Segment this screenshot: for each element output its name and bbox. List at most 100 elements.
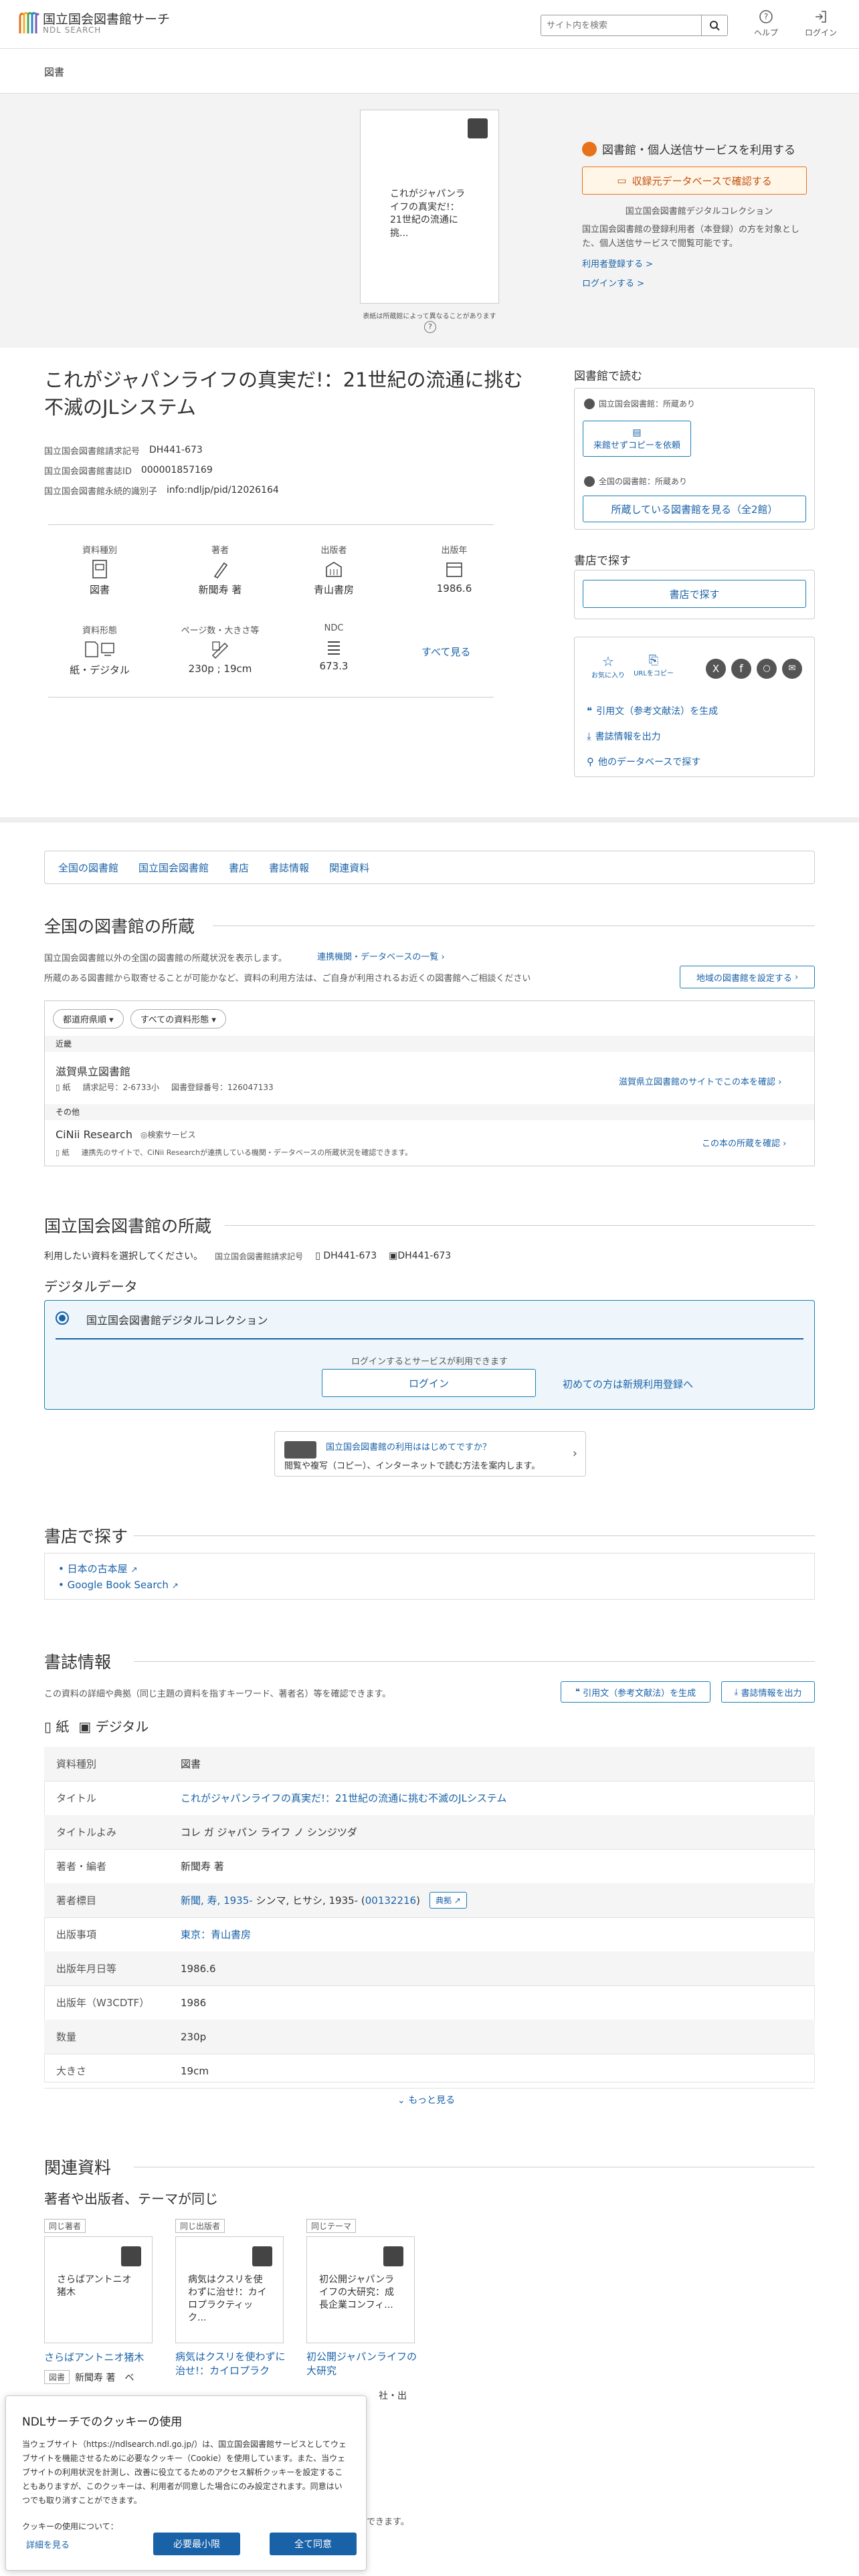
other-db-item[interactable]: ⚲ 他のデータベースで探す [587,755,700,768]
related-thumb[interactable]: さらばアントニオ猪木 [44,2236,153,2343]
first-time-title[interactable]: 国立国会図書館の利用ははじめてですか？ [326,1440,491,1453]
bookstore-heading: 書店で探す [44,1527,128,1546]
help-button[interactable]: ? ヘルプ [748,9,784,38]
cinii-name[interactable]: CiNii Research [56,1128,132,1141]
dc-radio[interactable] [56,1311,69,1325]
table-row: 数量 230p [44,2020,815,2054]
dc-register-link[interactable]: 初めての方は新規利用登録へ [563,1377,693,1391]
service-title: 図書館・個人送信サービスを利用する [602,144,795,157]
search-button[interactable] [701,15,727,35]
table-row: 大きさ 19cm [44,2054,815,2088]
author-heading-link[interactable]: 新聞, 寿, 1935- [181,1895,253,1907]
export-item[interactable]: ⤓ 書誌情報を出力 [587,730,661,743]
copy-icon: ▤ [632,427,642,438]
register-link[interactable]: 利用者登録する > [582,259,653,270]
login-label: ログイン [804,28,837,37]
library-list: 都道府県順 ▾ すべての資料形態 ▾ 近畿 滋賀県立図書館 ▯ 紙 請求記号：2… [44,1000,815,1166]
book-cover[interactable]: これがジャパンライフの真実だ!：21世紀の流通に挑... [360,110,499,304]
book-ids: 国立国会図書館請求記号 DH441-673 国立国会図書館書誌ID 00000185… [44,440,279,500]
copy-request-button[interactable]: ▤ 来館せずコピーを依頼 [583,421,691,457]
dc-underline [56,1338,803,1339]
tab-all-libraries[interactable]: 全国の図書館 [58,861,118,875]
related-title[interactable]: 病気はクスリを使わずに治せ!：カイロプラク [175,2350,289,2378]
tab-related[interactable]: 関連資料 [329,861,369,875]
share-line-icon[interactable]: ○ [757,659,777,679]
first-time-card[interactable]: 国立国会図書館の利用ははじめてですか？ 閲覧や複写（コピー）、インターネットで読… [274,1431,586,1477]
partner-link[interactable]: 連携機関・データベースの一覧 › [317,950,445,962]
author-link[interactable]: 新聞寿 著 [199,584,242,596]
logo-icon[interactable] [17,9,40,36]
external-link-icon: ↗ [171,1581,179,1590]
share-mail-icon[interactable]: ✉ [782,659,802,679]
id-value: 000001857169 [140,465,213,475]
cinii-check-link[interactable]: この本の所蔵を確認 › [702,1136,786,1149]
tab-biblio[interactable]: 書誌情報 [269,861,309,875]
digital-service-icon [582,141,597,156]
building-icon [284,556,384,582]
see-all-link[interactable]: すべて見る [421,645,470,659]
all-libraries-desc2: 所蔵のある図書館から取寄せることが可能かなど、資料の利用方法は、ご自身が利用され… [44,974,531,984]
book-icon [468,118,488,138]
external-link-icon: ↗ [130,1565,138,1574]
author-id-link[interactable]: 00132216 [365,1895,416,1907]
search-input[interactable] [541,15,701,35]
copy-url-icon: ⎘ [648,653,659,667]
book-title: これがジャパンライフの真実だ!：21世紀の流通に挑む不滅のJLシステム [44,368,523,419]
view-libraries-button[interactable]: 所蔵している図書館を見る（全2館） [583,496,806,522]
table-row: 著者標目 新聞, 寿, 1935- シンマ, ヒサシ, 1935- (00132… [44,1883,815,1918]
bookstore-link-kosho[interactable]: 日本の古本屋 [68,1563,128,1575]
book-icon [121,2246,141,2266]
cite-item[interactable]: ❝ 引用文（参考文献法）を生成 [587,704,718,718]
authority-button[interactable]: 典拠 ↗ [429,1892,467,1909]
bookstore-list: • 日本の古本屋 ↗ • Google Book Search ↗ [44,1553,815,1600]
section-separator [0,817,859,823]
biblio-cite-button[interactable]: ❝ 引用文（参考文献法）を生成 [561,1681,710,1703]
share-facebook-icon[interactable]: f [731,659,751,679]
cookie-minimal-button[interactable]: 必要最小限 [153,2533,240,2555]
bookstore-link-google[interactable]: Google Book Search [68,1579,169,1591]
related-title[interactable]: さらばアントニオ猪木 [44,2350,158,2364]
ndl-desc: 利用したい資料を選択してください。 [44,1251,203,1262]
tab-bookstore[interactable]: 書店 [229,861,249,875]
publisher-link[interactable]: 青山書房 [314,584,354,596]
share-x-icon[interactable]: X [706,659,726,679]
related-title[interactable]: 初公開ジャパンライフの大研究 [306,2350,420,2378]
related-thumb[interactable]: 病気はクスリを使わずに治せ!：カイロプラクティック... [175,2236,284,2343]
lib-name[interactable]: 滋賀県立図書館 [56,1063,130,1079]
region-button[interactable]: 地域の図書館を設定する › [680,966,815,988]
favorite-button[interactable]: ☆ お気に入り [588,653,628,679]
search-box [541,15,728,36]
digital-card: 国立国会図書館デジタルコレクション ログインするとサービスが利用できます ログイ… [44,1300,815,1410]
logo-main[interactable]: 国立国会図書館サーチ [43,9,170,27]
more-button[interactable]: ⌄ もっと見る [397,2093,455,2107]
related-tag: 同じ著者 [44,2219,86,2233]
cover-help-icon[interactable]: ? [424,321,436,333]
cookie-agree-button[interactable]: 全て同意 [270,2533,357,2555]
type-filter[interactable]: すべての資料形態 ▾ [130,1009,226,1029]
dc-login-button[interactable]: ログイン [322,1369,536,1397]
service-panel: 図書館・個人送信サービスを利用する ▭ 収録元データベースで確認する 国立国会図書… [582,140,816,289]
ndl-call-label: 国立国会図書館請求記号 [215,1251,304,1261]
pref-filter[interactable]: 都道府県順 ▾ [53,1009,124,1029]
login-link[interactable]: ログインする > [582,279,644,289]
paper-digital-icon [50,636,150,663]
title-link[interactable]: これがジャパンライフの真実だ!：21世紀の流通に挑む不滅のJLシステム [181,1791,506,1805]
lib-check-link[interactable]: 滋賀県立図書館のサイトでこの本を確認 › [619,1075,781,1087]
url-copy-button[interactable]: ⎘ URLをコピー [632,653,675,677]
tab-ndl[interactable]: 国立国会図書館 [138,861,209,875]
related-thumb[interactable]: 初公開ジャパンライフの大研究：成長企業コンフィ... [306,2236,415,2343]
heading-rule [134,1661,815,1662]
search-icon [710,21,720,31]
shop-title: 書店で探す [574,554,631,568]
check-db-button[interactable]: ▭ 収録元データベースで確認する [582,167,807,195]
table-row: 出版事項 東京：青山書房 [44,1917,815,1952]
shop-button[interactable]: 書店で探す [583,580,806,608]
login-button[interactable]: ログイン [799,9,843,38]
dc-name[interactable]: 国立国会図書館デジタルコレクション [86,1311,268,1327]
help-label: ヘルプ [753,28,778,37]
book-icon [383,2246,403,2266]
biblio-export-button[interactable]: ⤓ 書誌情報を出力 [721,1681,815,1703]
cookie-detail-link[interactable]: 詳細を見る [26,2538,70,2551]
publisher-link[interactable]: 東京：青山書房 [181,1927,251,1941]
group-kinki: 近畿 [45,1036,814,1052]
